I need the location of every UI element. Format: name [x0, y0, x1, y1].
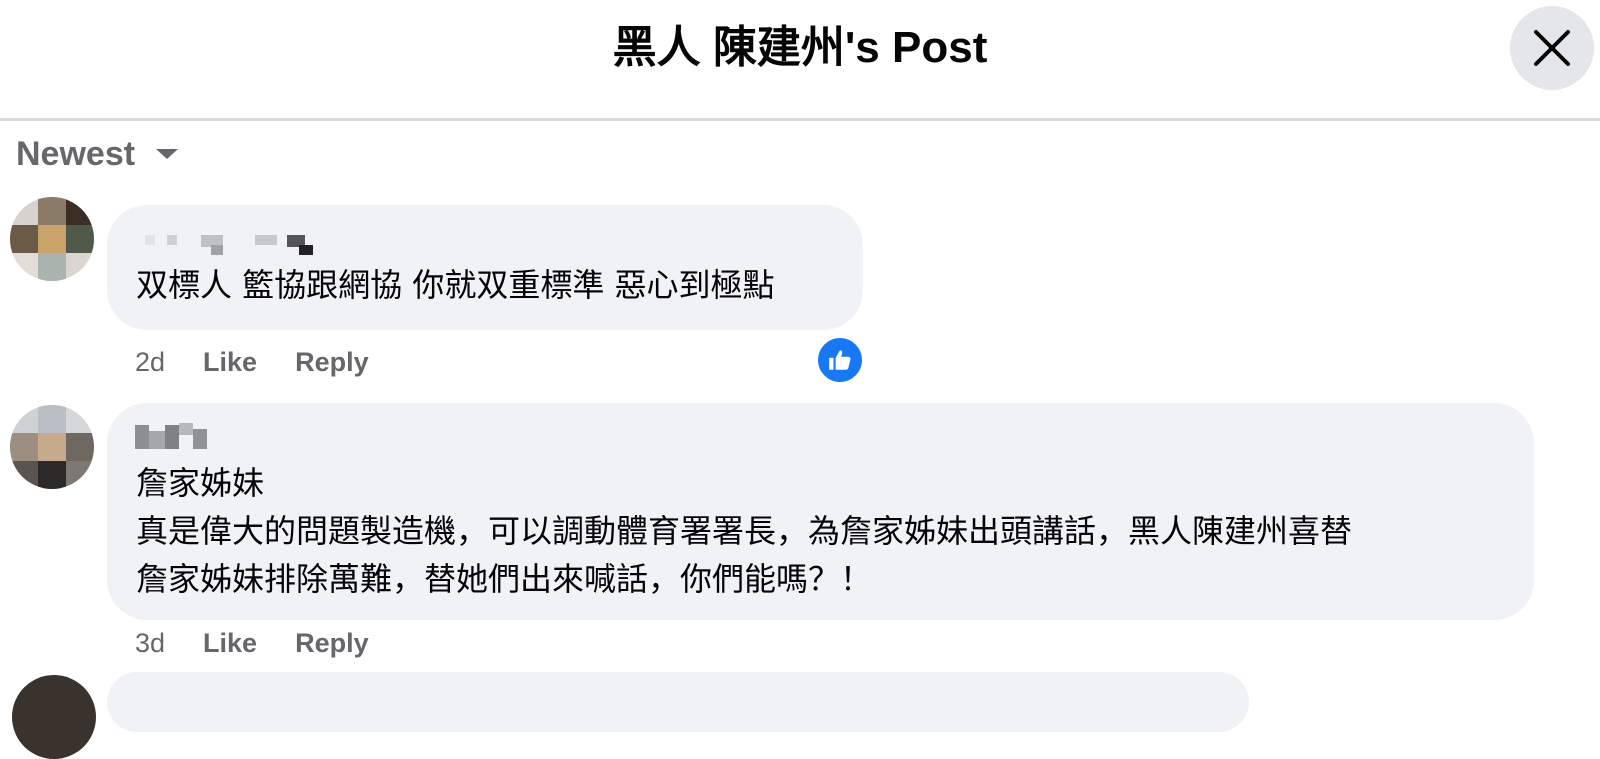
comment-bubble: 詹家姊妹 真是偉大的問題製造機，可以調動體育署署長，為詹家姊妹出頭講話，黑人陳建… [107, 403, 1534, 620]
like-button[interactable]: Like [203, 347, 257, 378]
reaction-badge[interactable] [816, 336, 864, 384]
author-name-redacted[interactable] [135, 423, 215, 451]
comment-actions: 3d Like Reply [135, 625, 369, 661]
comment-bubble: 双標人 籃協跟網協 你就双重標準 惡心到極點 [107, 205, 863, 330]
comment-bubble [107, 672, 1249, 732]
comment-timestamp[interactable]: 3d [135, 628, 165, 659]
avatar[interactable] [12, 675, 96, 759]
comment-timestamp[interactable]: 2d [135, 347, 165, 378]
reply-button[interactable]: Reply [295, 628, 369, 659]
comment-actions: 2d Like Reply [135, 344, 369, 380]
like-icon [829, 350, 851, 370]
comment-text: 真是偉大的問題製造機，可以調動體育署署長，為詹家姊妹出頭講話，黑人陳建州喜替 詹… [136, 512, 1353, 598]
page-title: 黑人 陳建州's Post [612, 23, 988, 72]
comment-subtitle: 詹家姊妹 [136, 464, 265, 502]
sort-label: Newest [16, 134, 136, 173]
comment-text: 双標人 籃協跟網協 你就双重標準 惡心到極點 [136, 266, 775, 304]
close-icon [1534, 30, 1570, 66]
avatar[interactable] [10, 197, 94, 281]
like-button[interactable]: Like [203, 628, 257, 659]
post-header: 黑人 陳建州's Post [0, 0, 1600, 121]
sort-dropdown[interactable]: Newest [16, 132, 179, 176]
author-name-redacted[interactable] [145, 235, 325, 257]
caret-down-icon [155, 147, 179, 161]
reply-button[interactable]: Reply [295, 347, 369, 378]
close-button[interactable] [1510, 6, 1594, 90]
avatar[interactable] [10, 405, 94, 489]
